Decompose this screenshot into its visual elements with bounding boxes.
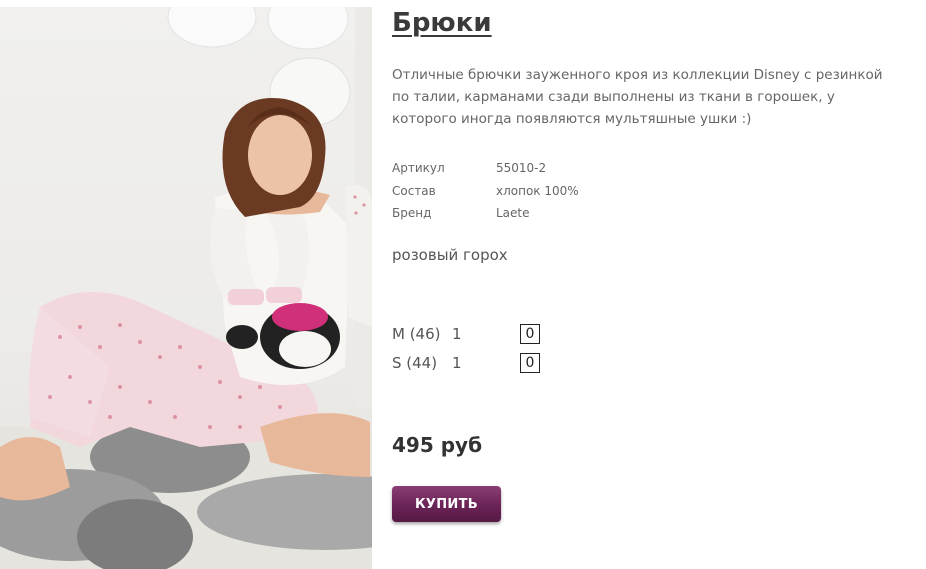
product-specs: Артикул 55010-2 Состав хлопок 100% Бренд… xyxy=(392,157,579,225)
quantity-input-s[interactable] xyxy=(520,352,540,373)
size-stock: 1 xyxy=(452,353,462,372)
spec-key: Состав xyxy=(392,183,436,198)
spec-row-brand: Бренд Laete xyxy=(392,202,579,225)
spec-row-composition: Состав хлопок 100% xyxy=(392,180,579,203)
size-row-s: S (44) 1 xyxy=(392,348,540,377)
size-row-m: M (46) 1 xyxy=(392,319,540,348)
spec-row-article: Артикул 55010-2 xyxy=(392,157,579,180)
spec-value: 55010-2 xyxy=(496,161,547,176)
spec-value: Laete xyxy=(496,206,530,221)
product-price: 495 руб xyxy=(392,433,483,457)
spec-value: хлопок 100% xyxy=(496,183,579,198)
product-page: Брюки Отличные брючки зауженного кроя из… xyxy=(0,0,926,569)
size-label: S (44) xyxy=(392,353,438,372)
spec-key: Артикул xyxy=(392,161,445,176)
quantity-input-m[interactable] xyxy=(520,323,540,344)
product-title[interactable]: Брюки xyxy=(392,8,492,38)
size-list: M (46) 1 S (44) 1 xyxy=(392,319,540,377)
product-color: розовый горох xyxy=(392,246,508,264)
size-stock: 1 xyxy=(452,324,462,343)
size-label: M (46) xyxy=(392,324,441,343)
product-description: Отличные брючки зауженного кроя из колле… xyxy=(392,67,883,127)
spec-key: Бренд xyxy=(392,206,432,221)
product-photo xyxy=(0,7,372,569)
buy-button[interactable]: КУПИТЬ xyxy=(392,486,501,522)
